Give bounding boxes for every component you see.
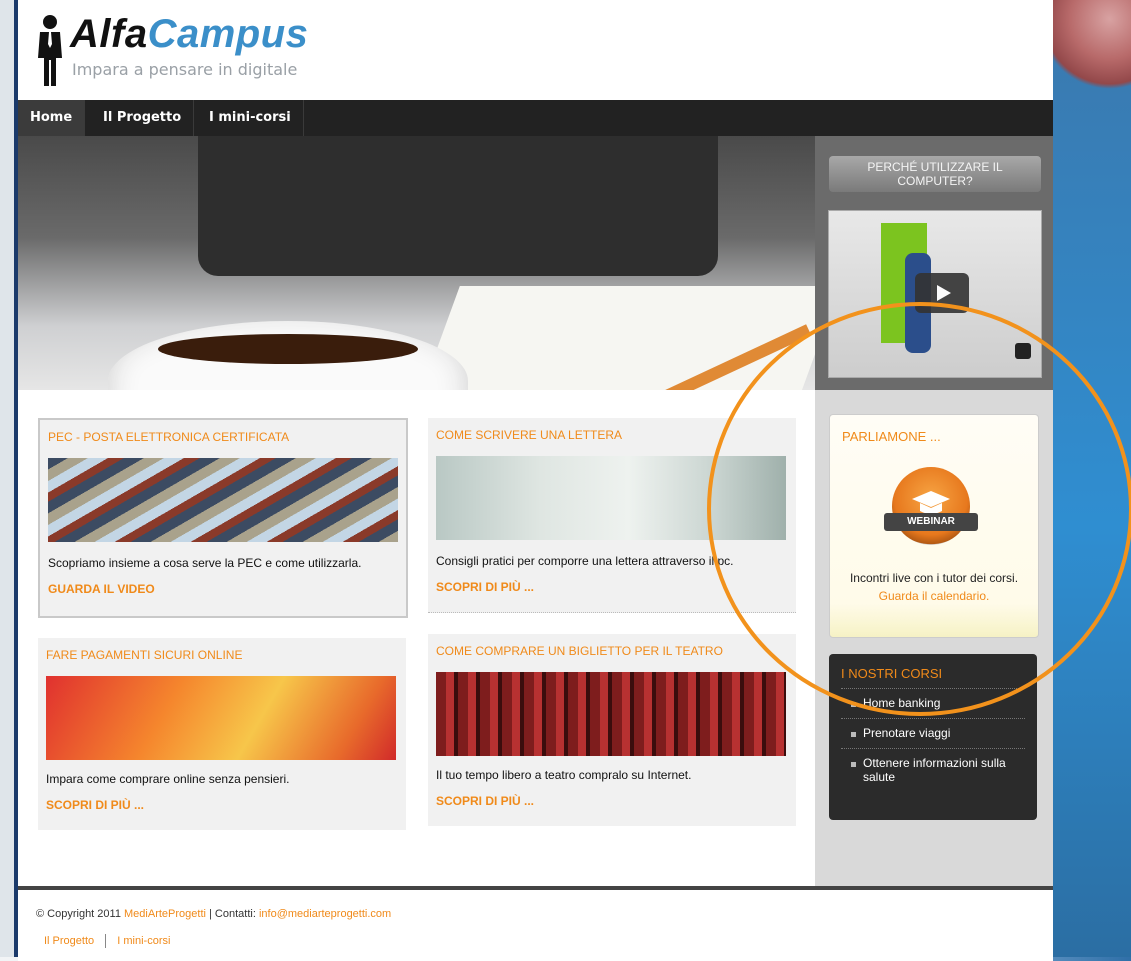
article-text: Consigli pratici per comporre una letter… — [436, 554, 734, 568]
article-card-teatro: COME COMPRARE UN BIGLIETTO PER IL TEATRO… — [428, 634, 796, 826]
calendar-link[interactable]: Guarda il calendario. — [830, 589, 1038, 603]
seal-decoration — [1045, 0, 1131, 95]
article-image-stamps[interactable] — [48, 458, 398, 542]
webinar-text: Incontri live con i tutor dei corsi. — [849, 571, 1019, 585]
nav-item-home[interactable]: Home — [18, 100, 86, 136]
footer-link-il-progetto[interactable]: Il Progetto — [44, 935, 94, 947]
company-link[interactable]: MediArteProgetti — [124, 908, 206, 920]
site-tagline: Impara a pensare in digitale — [72, 60, 298, 79]
play-icon[interactable] — [915, 273, 969, 313]
video-player[interactable] — [828, 210, 1042, 378]
logo-text-alfa: Alfa — [70, 12, 148, 56]
article-title[interactable]: FARE PAGAMENTI SICURI ONLINE — [46, 648, 242, 662]
email-link[interactable]: info@mediarteprogetti.com — [259, 908, 391, 920]
nav-item-mini-corsi[interactable]: I mini-corsi — [197, 100, 304, 136]
sidebar: PERCHÉ UTILIZZARE IL COMPUTER? PARLIAMON… — [815, 136, 1053, 886]
course-item-home-banking[interactable]: Home banking — [841, 688, 1025, 718]
hero-laptop — [198, 136, 718, 276]
cap-glyph-icon — [912, 491, 950, 514]
site-header: AlfaCampus Impara a pensare in digitale — [18, 0, 1053, 100]
webinar-box: PARLIAMONE ... WEBINAR Incontri live con… — [829, 414, 1039, 638]
contacts-label: | Contatti: — [209, 908, 256, 920]
logo-text-campus: Campus — [147, 12, 309, 56]
course-item-prenotare-viaggi[interactable]: Prenotare viaggi — [841, 718, 1025, 748]
webinar-badge: WEBINAR — [884, 513, 978, 531]
article-image-credit-card[interactable] — [46, 676, 396, 760]
article-title[interactable]: COME COMPRARE UN BIGLIETTO PER IL TEATRO — [436, 644, 723, 658]
article-text: Impara come comprare online senza pensie… — [46, 772, 290, 786]
article-card-pagamenti: FARE PAGAMENTI SICURI ONLINE Impara come… — [38, 638, 406, 830]
article-link-more[interactable]: SCOPRI DI PIÙ ... — [436, 580, 534, 594]
main-nav: Home Il Progetto I mini-corsi — [18, 100, 1053, 138]
courses-title: I NOSTRI CORSI — [841, 666, 943, 681]
article-link-more[interactable]: SCOPRI DI PIÙ ... — [436, 794, 534, 808]
footer-nav: Il Progetto I mini-corsi — [44, 934, 170, 948]
article-card-pec: PEC - POSTA ELETTRONICA CERTIFICATA Scop… — [38, 418, 408, 618]
courses-list: Home banking Prenotare viaggi Ottenere i… — [841, 688, 1025, 792]
footer-copyright-line: © Copyright 2011 MediArteProgetti | Cont… — [36, 908, 391, 920]
main-content: PEC - POSTA ELETTRONICA CERTIFICATA Scop… — [18, 390, 815, 886]
article-link-more[interactable]: SCOPRI DI PIÙ ... — [46, 798, 144, 812]
hero-coffee — [158, 334, 418, 364]
page-container: AlfaCampus Impara a pensare in digitale … — [18, 0, 1053, 961]
graduation-cap-icon[interactable] — [892, 467, 970, 545]
footer-separator — [105, 934, 107, 948]
hero-image — [18, 136, 815, 390]
article-image-theatre[interactable] — [436, 672, 786, 756]
article-title[interactable]: PEC - POSTA ELETTRONICA CERTIFICATA — [48, 430, 289, 444]
footer-link-mini-corsi[interactable]: I mini-corsi — [117, 935, 170, 947]
article-text: Scopriamo insieme a cosa serve la PEC e … — [48, 556, 362, 570]
article-image-book[interactable] — [436, 456, 786, 540]
sidebar-top: PERCHÉ UTILIZZARE IL COMPUTER? — [815, 136, 1053, 390]
fullscreen-icon[interactable] — [1015, 343, 1031, 359]
article-link-watch-video[interactable]: GUARDA IL VIDEO — [48, 582, 155, 596]
site-footer: © Copyright 2011 MediArteProgetti | Cont… — [18, 886, 1053, 961]
hero-notebook — [416, 286, 815, 390]
course-item-informazioni-salute[interactable]: Ottenere informazioni sulla salute — [841, 748, 1025, 792]
courses-box: I NOSTRI CORSI Home banking Prenotare vi… — [829, 654, 1037, 820]
why-computer-button[interactable]: PERCHÉ UTILIZZARE IL COMPUTER? — [829, 156, 1041, 192]
article-title[interactable]: COME SCRIVERE UNA LETTERA — [436, 428, 622, 442]
article-text: Il tuo tempo libero a teatro compralo su… — [436, 768, 692, 782]
article-card-lettera: COME SCRIVERE UNA LETTERA Consigli prati… — [428, 418, 796, 613]
logo-man-icon — [38, 15, 62, 86]
site-logo[interactable]: AlfaCampus — [70, 12, 308, 57]
nav-item-il-progetto[interactable]: Il Progetto — [91, 100, 195, 136]
page-background-right — [1053, 0, 1131, 957]
webinar-title: PARLIAMONE ... — [842, 429, 941, 444]
copyright-text: © Copyright 2011 — [36, 908, 121, 920]
